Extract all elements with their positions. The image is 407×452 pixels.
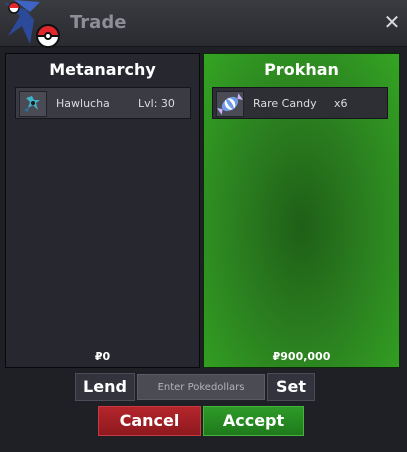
pokeball-logo-icon	[4, 0, 61, 48]
cancel-button[interactable]: Cancel	[98, 406, 201, 436]
item-level: Lvl: 30	[138, 97, 175, 110]
accept-button[interactable]: Accept	[203, 406, 304, 436]
money-amount: ₽900,000	[272, 350, 331, 363]
partner-offer-panel: Prokhan Rare Candy x6 ₽900,000	[203, 53, 400, 368]
hawlucha-sprite-icon	[19, 91, 47, 117]
my-offer-panel: Metanarchy Hawlucha Lvl: 30 ₽0	[5, 53, 200, 368]
money-amount: ₽0	[94, 350, 111, 363]
item-name: Hawlucha	[56, 97, 110, 110]
item-quantity: x6	[334, 97, 348, 110]
offer-item-slot[interactable]: Rare Candy x6	[212, 87, 388, 119]
lend-button[interactable]: Lend	[75, 373, 135, 401]
window-title: Trade	[70, 12, 127, 33]
close-icon[interactable]: ✕	[383, 12, 401, 32]
set-button[interactable]: Set	[267, 373, 315, 401]
rare-candy-icon	[216, 91, 244, 117]
item-name: Rare Candy	[253, 97, 317, 110]
offer-item-slot[interactable]: Hawlucha Lvl: 30	[15, 87, 191, 119]
pokedollars-input[interactable]	[137, 374, 265, 400]
title-bar: Trade ✕	[0, 0, 407, 48]
player-name: Metanarchy	[49, 60, 156, 79]
player-name: Prokhan	[264, 60, 339, 79]
